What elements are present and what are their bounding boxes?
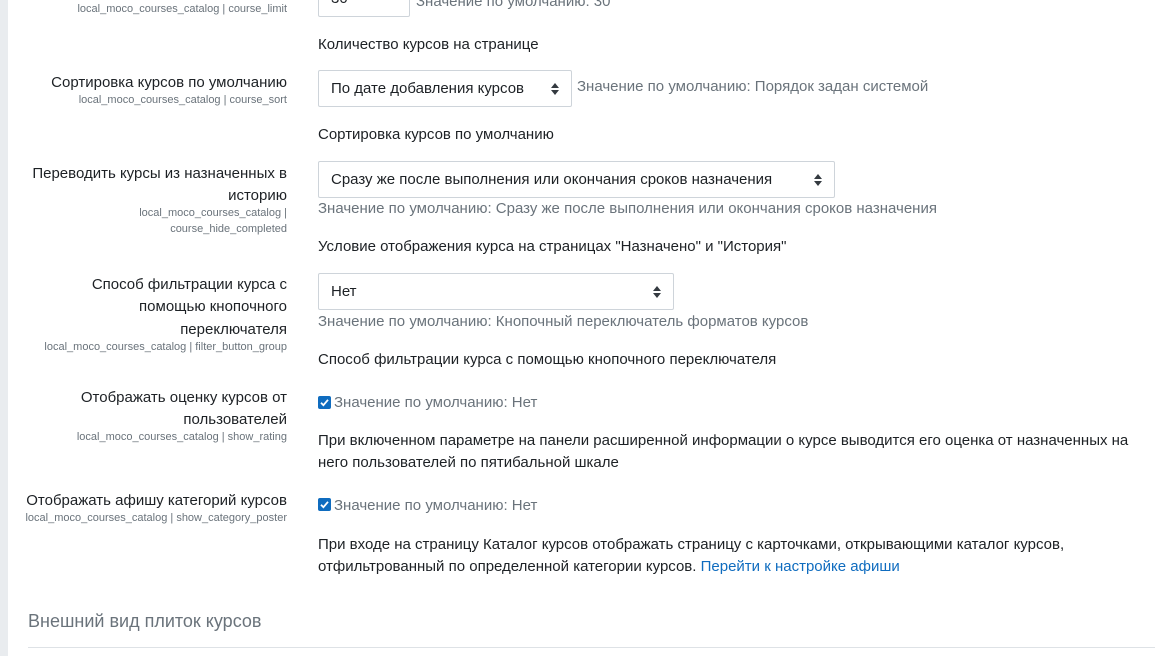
filter-description: Способ фильтрации курса с помощью кнопоч… xyxy=(318,351,777,368)
setting-label-filter-line3: переключателя xyxy=(180,321,287,338)
page-left-gutter xyxy=(0,0,8,656)
setting-label-filter-line2: помощью кнопочного xyxy=(139,298,287,315)
setting-key-course-sort: local_moco_courses_catalog | course_sort xyxy=(78,94,287,106)
show-category-poster-checkbox[interactable] xyxy=(318,498,331,511)
rating-description-line2: него пользователей по пятибальной шкале xyxy=(318,454,619,471)
category-poster-description-text: отфильтрованный по определенной категори… xyxy=(318,558,697,575)
rating-default: Значение по умолчанию: Нет xyxy=(334,394,538,411)
select-caret-icon xyxy=(653,285,661,299)
hide-completed-description: Условие отображения курса на страницах "… xyxy=(318,238,787,255)
setting-label-filter-line1: Способ фильтрации курса с xyxy=(91,276,287,293)
setting-label-category-poster: Отображать афишу категорий курсов xyxy=(26,492,287,509)
course-limit-value: 30 xyxy=(331,0,348,7)
section-divider xyxy=(28,647,1155,648)
checkmark-icon xyxy=(320,501,329,509)
setting-key-filter: local_moco_courses_catalog | filter_butt… xyxy=(44,341,287,353)
setting-label-course-sort: Сортировка курсов по умолчанию xyxy=(51,74,287,91)
course-limit-description: Количество курсов на странице xyxy=(318,36,539,53)
setting-key-category-poster: local_moco_courses_catalog | show_catego… xyxy=(25,512,287,524)
section-heading-course-tiles: Внешний вид плиток курсов xyxy=(28,611,262,631)
course-limit-input[interactable]: 30 xyxy=(318,0,410,17)
category-poster-description-line1: При входе на страницу Каталог курсов ото… xyxy=(318,536,1065,553)
category-poster-description-line2: отфильтрованный по определенной категори… xyxy=(318,555,900,578)
checkmark-icon xyxy=(320,399,329,407)
course-sort-description: Сортировка курсов по умолчанию xyxy=(318,126,554,143)
setting-key-rating: local_moco_courses_catalog | show_rating xyxy=(76,431,287,443)
setting-label-hide-completed-line1: Переводить курсы из назначенных в xyxy=(32,165,287,182)
hide-completed-select[interactable]: Сразу же после выполнения или окончания … xyxy=(318,161,835,198)
filter-selected-value: Нет xyxy=(331,283,357,300)
setting-label-rating-line1: Отображать оценку курсов от xyxy=(80,389,287,406)
hide-completed-default: Значение по умолчанию: Сразу же после вы… xyxy=(318,200,937,217)
setting-key-hide-completed-line2: course_hide_completed xyxy=(170,223,287,235)
select-caret-icon xyxy=(551,82,559,96)
category-poster-default: Значение по умолчанию: Нет xyxy=(334,497,538,514)
course-sort-selected-value: По дате добавления курсов xyxy=(331,80,525,97)
filter-default: Значение по умолчанию: Кнопочный переклю… xyxy=(318,313,809,330)
select-caret-icon xyxy=(814,173,822,187)
course-sort-select[interactable]: По дате добавления курсов xyxy=(318,70,572,107)
setting-label-hide-completed-line2: историю xyxy=(228,187,287,204)
setting-key-course-limit: local_moco_courses_catalog | course_limi… xyxy=(77,3,287,15)
setting-label-rating-line2: пользователей xyxy=(183,411,287,428)
rating-description-line1: При включенном параметре на панели расши… xyxy=(318,432,1129,449)
course-limit-default: Значение по умолчанию: 30 xyxy=(416,0,611,10)
poster-settings-link[interactable]: Перейти к настройке афиши xyxy=(701,558,900,575)
show-rating-checkbox[interactable] xyxy=(318,396,331,409)
hide-completed-selected-value: Сразу же после выполнения или окончания … xyxy=(331,171,773,188)
course-sort-default: Значение по умолчанию: Порядок задан сис… xyxy=(577,78,929,95)
filter-button-group-select[interactable]: Нет xyxy=(318,273,674,310)
setting-key-hide-completed-line1: local_moco_courses_catalog | xyxy=(139,207,287,219)
